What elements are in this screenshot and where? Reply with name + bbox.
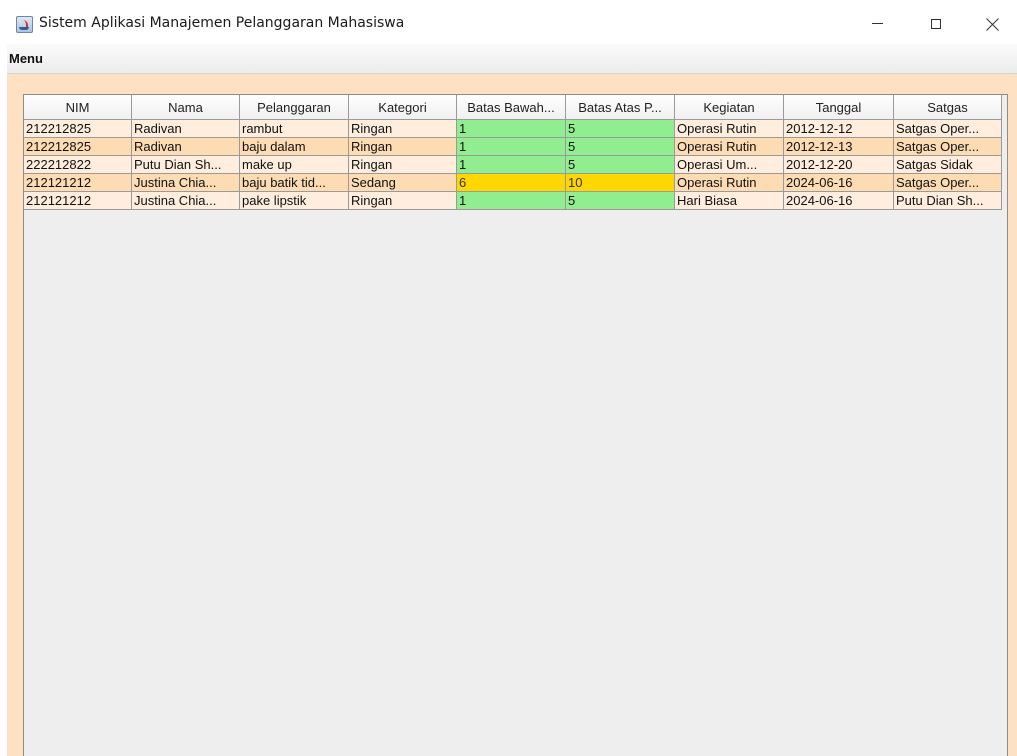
cell-nim[interactable]: 212121212: [24, 174, 132, 192]
cell-tanggal[interactable]: 2012-12-13: [784, 138, 894, 156]
cell-tanggal[interactable]: 2012-12-20: [784, 156, 894, 174]
cell-kategori[interactable]: Ringan: [349, 156, 457, 174]
column-header-nama[interactable]: Nama: [132, 95, 240, 120]
column-header-kategori[interactable]: Kategori: [349, 95, 457, 120]
cell-batas-bawah[interactable]: 1: [457, 138, 566, 156]
cell-nama[interactable]: Radivan: [132, 120, 240, 138]
table-body: 212212825 Radivan rambut Ringan 1 5 Oper…: [24, 120, 1002, 210]
column-header-nim[interactable]: NIM: [24, 95, 132, 120]
cell-pelanggaran[interactable]: make up: [240, 156, 349, 174]
cell-batas-atas[interactable]: 5: [566, 192, 675, 210]
window-title: Sistem Aplikasi Manajemen Pelanggaran Ma…: [39, 15, 405, 31]
cell-nama[interactable]: Justina Chia...: [132, 192, 240, 210]
table-row[interactable]: 222212822 Putu Dian Sh... make up Ringan…: [24, 156, 1002, 174]
cell-satgas[interactable]: Satgas Oper...: [894, 138, 1002, 156]
table-row[interactable]: 212212825 Radivan baju dalam Ringan 1 5 …: [24, 138, 1002, 156]
table-row[interactable]: 212121212 Justina Chia... baju batik tid…: [24, 174, 1002, 192]
table-header: NIM Nama Pelanggaran Kategori Batas Bawa…: [24, 95, 1002, 120]
cell-batas-bawah[interactable]: 1: [457, 192, 566, 210]
cell-satgas[interactable]: Satgas Oper...: [894, 120, 1002, 138]
cell-batas-bawah[interactable]: 1: [457, 120, 566, 138]
maximize-icon: [931, 18, 941, 29]
cell-batas-atas[interactable]: 5: [566, 156, 675, 174]
table-row[interactable]: 212121212 Justina Chia... pake lipstik R…: [24, 192, 1002, 210]
app-window: Sistem Aplikasi Manajemen Pelanggaran Ma…: [7, 7, 1017, 756]
cell-kegiatan[interactable]: Operasi Rutin: [675, 174, 784, 192]
cell-nim[interactable]: 222212822: [24, 156, 132, 174]
column-header-kegiatan[interactable]: Kegiatan: [675, 95, 784, 120]
menu-item-menu[interactable]: Menu: [9, 51, 43, 66]
cell-pelanggaran[interactable]: baju dalam: [240, 138, 349, 156]
menu-bar: Menu: [7, 44, 1017, 74]
minimize-button[interactable]: [854, 7, 900, 40]
cell-nim[interactable]: 212212825: [24, 120, 132, 138]
java-app-icon: [16, 16, 33, 33]
column-header-batas-atas[interactable]: Batas Atas P...: [566, 95, 675, 120]
cell-tanggal[interactable]: 2024-06-16: [784, 192, 894, 210]
title-bar[interactable]: Sistem Aplikasi Manajemen Pelanggaran Ma…: [7, 7, 1017, 44]
cell-batas-bawah[interactable]: 1: [457, 156, 566, 174]
cell-kategori[interactable]: Ringan: [349, 192, 457, 210]
cell-batas-atas[interactable]: 5: [566, 138, 675, 156]
content-panel: NIM Nama Pelanggaran Kategori Batas Bawa…: [7, 74, 1017, 756]
cell-kegiatan[interactable]: Operasi Rutin: [675, 138, 784, 156]
cell-kategori[interactable]: Ringan: [349, 138, 457, 156]
cell-kegiatan[interactable]: Operasi Um...: [675, 156, 784, 174]
cell-batas-atas[interactable]: 5: [566, 120, 675, 138]
cell-nama[interactable]: Justina Chia...: [132, 174, 240, 192]
cell-nim[interactable]: 212121212: [24, 192, 132, 210]
cell-satgas[interactable]: Putu Dian Sh...: [894, 192, 1002, 210]
table-scroll-pane[interactable]: NIM Nama Pelanggaran Kategori Batas Bawa…: [23, 94, 1008, 756]
column-header-tanggal[interactable]: Tanggal: [784, 95, 894, 120]
close-button[interactable]: [970, 7, 1016, 40]
column-header-satgas[interactable]: Satgas: [894, 95, 1002, 120]
cell-satgas[interactable]: Satgas Oper...: [894, 174, 1002, 192]
table-row[interactable]: 212212825 Radivan rambut Ringan 1 5 Oper…: [24, 120, 1002, 138]
cell-nama[interactable]: Putu Dian Sh...: [132, 156, 240, 174]
cell-pelanggaran[interactable]: pake lipstik: [240, 192, 349, 210]
cell-tanggal[interactable]: 2012-12-12: [784, 120, 894, 138]
cell-nama[interactable]: Radivan: [132, 138, 240, 156]
cell-nim[interactable]: 212212825: [24, 138, 132, 156]
cell-kegiatan[interactable]: Operasi Rutin: [675, 120, 784, 138]
cell-kategori[interactable]: Sedang: [349, 174, 457, 192]
cell-kegiatan[interactable]: Hari Biasa: [675, 192, 784, 210]
cell-batas-atas[interactable]: 10: [566, 174, 675, 192]
close-icon: [986, 17, 1000, 31]
minimize-icon: [871, 23, 883, 24]
cell-batas-bawah[interactable]: 6: [457, 174, 566, 192]
column-header-batas-bawah[interactable]: Batas Bawah...: [457, 95, 566, 120]
cell-pelanggaran[interactable]: baju batik tid...: [240, 174, 349, 192]
cell-tanggal[interactable]: 2024-06-16: [784, 174, 894, 192]
cell-kategori[interactable]: Ringan: [349, 120, 457, 138]
cell-pelanggaran[interactable]: rambut: [240, 120, 349, 138]
column-header-pelanggaran[interactable]: Pelanggaran: [240, 95, 349, 120]
maximize-button[interactable]: [913, 7, 959, 40]
cell-satgas[interactable]: Satgas Sidak: [894, 156, 1002, 174]
